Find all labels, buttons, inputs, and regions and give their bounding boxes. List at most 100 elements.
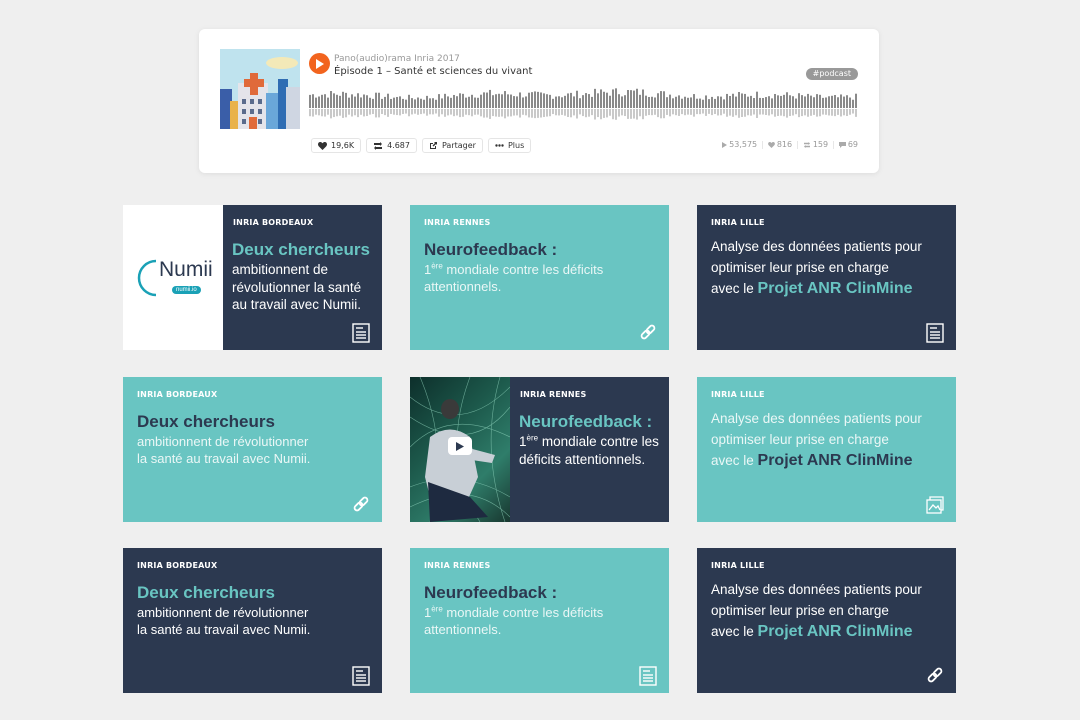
waveform-reflection	[657, 109, 659, 118]
card-rennes-video[interactable]: INRIA RENNES Neurofeedback : 1ère mondia…	[410, 377, 669, 522]
waveform-bar	[588, 94, 590, 108]
card-lille-clinmine[interactable]: INRIA LILLE Analyse des données patients…	[697, 205, 956, 350]
waveform-bar	[564, 95, 566, 108]
waveform-bar	[618, 94, 620, 108]
waveform-bar	[432, 98, 434, 108]
more-button[interactable]: Plus	[487, 138, 532, 153]
waveform-bar	[393, 97, 395, 108]
waveform-bar	[651, 96, 653, 108]
waveform-bar	[456, 96, 458, 108]
article-icon	[352, 666, 370, 686]
waveform-reflection	[834, 109, 836, 117]
repost-button[interactable]: 4.687	[366, 138, 417, 153]
waveform-bar	[792, 96, 794, 108]
waveform-bar	[333, 93, 335, 108]
waveform-bar	[810, 95, 812, 108]
waveform-reflection	[465, 109, 467, 115]
waveform-reflection	[426, 109, 428, 116]
waveform-reflection	[675, 109, 677, 116]
play-button[interactable]	[309, 53, 330, 74]
waveform-reflection	[684, 109, 686, 116]
waveform-reflection	[783, 109, 785, 117]
reposts-stat[interactable]: 159	[803, 140, 828, 149]
waveform-bar	[477, 97, 479, 108]
heart-icon	[318, 141, 327, 150]
share-button[interactable]: Partager	[421, 138, 483, 153]
waveform-reflection	[735, 109, 737, 116]
track-stats: 53,575 | 816 | 159 | 69	[722, 140, 858, 149]
waveform-reflection	[510, 109, 512, 117]
likes-stat[interactable]: 816	[767, 140, 792, 149]
waveform-reflection	[477, 109, 479, 115]
waveform-bar	[357, 93, 359, 108]
waveform-reflection	[621, 109, 623, 116]
waveform-reflection	[567, 109, 569, 118]
card-text-line: la santé au travail avec Numii.	[137, 451, 311, 466]
waveform-reflection	[840, 109, 842, 117]
waveform[interactable]	[309, 86, 858, 126]
waveform-bar	[621, 96, 623, 108]
track-title[interactable]: Épisode 1 – Santé et sciences du vivant	[334, 66, 532, 77]
waveform-bar	[387, 93, 389, 108]
waveform-reflection	[420, 109, 422, 115]
waveform-bar	[636, 88, 638, 108]
waveform-reflection	[747, 109, 749, 116]
waveform-bar	[801, 95, 803, 108]
waveform-bar	[816, 94, 818, 108]
waveform-reflection	[366, 109, 368, 117]
card-bordeaux-numii[interactable]: Numii numii.io INRIA BORDEAUX Deux cherc…	[123, 205, 382, 350]
article-icon	[926, 323, 944, 343]
waveform-bar	[414, 99, 416, 108]
waveform-reflection	[723, 109, 725, 114]
waveform-reflection	[447, 109, 449, 116]
waveform-reflection	[756, 109, 758, 118]
waveform-reflection	[315, 109, 317, 115]
waveform-bar	[324, 94, 326, 108]
waveform-reflection	[438, 109, 440, 117]
waveform-reflection	[648, 109, 650, 116]
waveform-bar	[765, 97, 767, 108]
waveform-reflection	[843, 109, 845, 116]
card-lille-teal[interactable]: INRIA LILLE Analyse des données patients…	[697, 377, 956, 522]
waveform-reflection	[669, 109, 671, 117]
comments-stat[interactable]: 69	[838, 140, 858, 149]
track-user[interactable]: Pano(audio)rama Inria 2017	[334, 54, 460, 64]
share-label: Partager	[441, 141, 476, 150]
podcast-artwork[interactable]	[220, 49, 300, 129]
waveform-reflection	[534, 109, 536, 119]
numii-logo-panel: Numii numii.io	[123, 205, 223, 350]
card-rennes-neurofeedback[interactable]: INRIA RENNES Neurofeedback : 1ère mondia…	[410, 205, 669, 350]
waveform-reflection	[672, 109, 674, 115]
waveform-bar	[495, 94, 497, 108]
waveform-reflection	[531, 109, 533, 118]
card-bordeaux-teal[interactable]: INRIA BORDEAUX Deux chercheurs ambitionn…	[123, 377, 382, 522]
waveform-reflection	[384, 109, 386, 116]
waveform-reflection	[807, 109, 809, 117]
waveform-bar	[447, 96, 449, 108]
waveform-bar	[312, 94, 314, 108]
waveform-bar	[771, 98, 773, 108]
waveform-bar	[759, 97, 761, 108]
card-rennes-teal[interactable]: INRIA RENNES Neurofeedback : 1ère mondia…	[410, 548, 669, 693]
share-icon	[429, 142, 437, 149]
waveform-bar	[624, 95, 626, 108]
waveform-reflection	[702, 109, 704, 114]
video-thumbnail[interactable]	[410, 377, 510, 522]
waveform-bar	[729, 95, 731, 108]
card-lille-dark[interactable]: INRIA LILLE Analyse des données patients…	[697, 548, 956, 693]
card-text-line: ambitionnent de révolutionner	[137, 605, 309, 620]
card-text-line: Analyse des données patients pour	[711, 239, 922, 254]
waveform-bar	[390, 98, 392, 108]
waveform-bar	[846, 95, 848, 108]
waveform-reflection	[543, 109, 545, 118]
waveform-bar	[366, 95, 368, 108]
card-bordeaux-dark[interactable]: INRIA BORDEAUX Deux chercheurs ambitionn…	[123, 548, 382, 693]
waveform-bar	[372, 98, 374, 108]
waveform-bar	[657, 93, 659, 108]
card-headline: Deux chercheurs	[137, 412, 275, 431]
tag-badge[interactable]: #podcast	[805, 68, 858, 80]
like-button[interactable]: 19,6K	[311, 138, 362, 153]
waveform-reflection	[339, 109, 341, 116]
waveform-bar	[345, 92, 347, 108]
video-play-icon[interactable]	[448, 437, 472, 455]
